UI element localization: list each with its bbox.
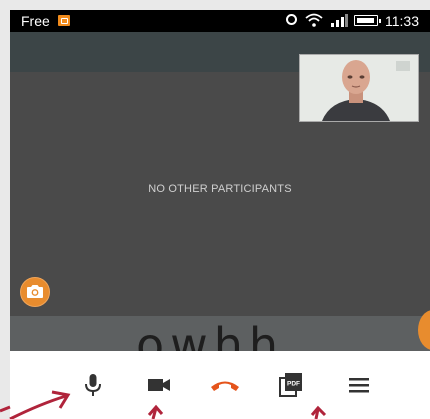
- self-video-preview[interactable]: [299, 54, 419, 122]
- self-video-image: [300, 55, 418, 121]
- menu-button[interactable]: [346, 372, 372, 398]
- hang-up-icon: [211, 381, 239, 391]
- notification-icon: [58, 15, 70, 26]
- clock: 11:33: [385, 13, 419, 29]
- wifi-icon: [305, 13, 323, 27]
- status-bar: Free 11:33: [10, 10, 430, 32]
- microphone-icon: [85, 374, 101, 396]
- pdf-icon: PDF: [279, 373, 302, 397]
- mute-button[interactable]: [80, 372, 106, 398]
- remote-video-area: owhh: [10, 316, 430, 356]
- share-pdf-button[interactable]: PDF: [278, 372, 304, 398]
- call-toolbar: PDF: [10, 351, 430, 419]
- video-toggle-button[interactable]: [146, 372, 172, 398]
- signal-icon: [331, 14, 348, 27]
- svg-text:PDF: PDF: [287, 381, 300, 388]
- alarm-icon: [286, 14, 297, 25]
- battery-icon: [354, 15, 381, 26]
- no-participants-message: NO OTHER PARTICIPANTS: [148, 183, 292, 195]
- carrier-label: Free: [21, 13, 50, 29]
- hang-up-button[interactable]: [209, 372, 241, 398]
- camera-icon: [27, 285, 43, 298]
- switch-camera-button[interactable]: [20, 277, 50, 307]
- video-camera-icon: [148, 379, 170, 391]
- menu-icon: [349, 378, 369, 393]
- phone-screen: Free 11:33 NO OTHER PARTICIPANTS owhh PD…: [10, 10, 430, 419]
